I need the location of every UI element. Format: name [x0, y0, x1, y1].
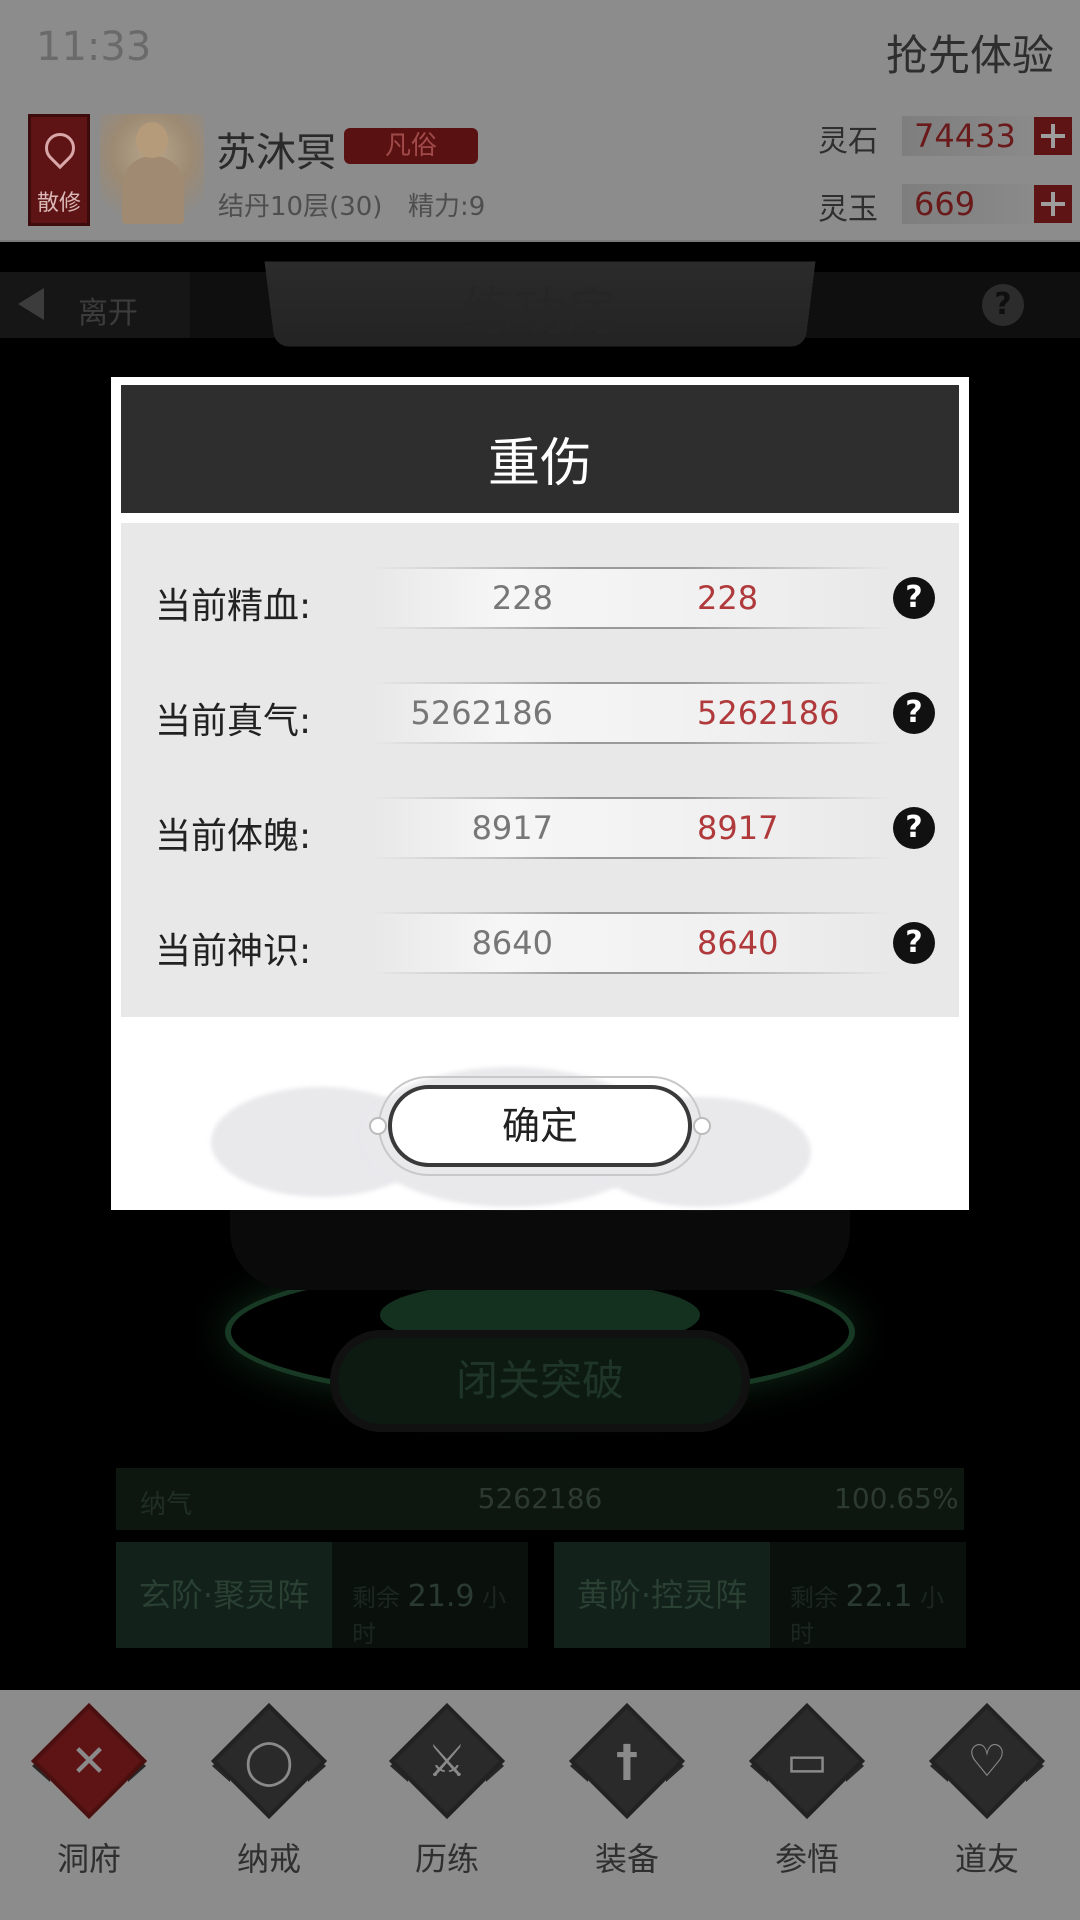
nav-label: 装备	[556, 1834, 698, 1880]
severe-injury-dialog: 重伤 当前精血: 228 228 ? 当前真气: 5262186 5262186…	[111, 377, 969, 1210]
array-name: 玄阶·聚灵阵	[116, 1542, 332, 1648]
stat-row-true-qi: 当前真气: 5262186 5262186 ?	[121, 680, 959, 746]
lotus-icon	[39, 127, 81, 169]
sect-badge-label: 散修	[31, 185, 87, 217]
book-icon: ▭	[770, 1730, 844, 1794]
nav-equipment[interactable]: † 装备	[556, 1712, 686, 1902]
question-icon[interactable]: ?	[893, 922, 935, 964]
crossed-swords-icon: ⚔	[410, 1730, 484, 1794]
array-remaining: 剩余 22.1 小时	[790, 1578, 966, 1649]
seclusion-breakthrough-label: 闭关突破	[338, 1338, 742, 1424]
meditation-platform	[230, 1200, 850, 1290]
player-name: 苏沐冥	[216, 120, 336, 178]
handshake-icon: ♡	[950, 1730, 1024, 1794]
add-spirit-jade-button[interactable]	[1034, 185, 1072, 223]
spirit-stone-value: 74433	[902, 116, 1034, 156]
nav-cave[interactable]: ✕ 洞府	[18, 1712, 148, 1902]
stat-label: 当前精血:	[155, 577, 311, 629]
question-icon[interactable]: ?	[893, 692, 935, 734]
nav-ring[interactable]: ◯ 纳戒	[198, 1712, 328, 1902]
rank-badge: 凡俗	[344, 128, 478, 164]
spirit-jade-value: 669	[902, 184, 1034, 224]
status-bar: 11:33 抢先体验	[0, 0, 1080, 100]
stats-panel: 当前精血: 228 228 ? 当前真气: 5262186 5262186 ? …	[121, 523, 959, 1017]
array-card-2[interactable]: 黄阶·控灵阵 剩余 22.1 小时	[554, 1542, 966, 1648]
stat-current: 5262186	[410, 694, 553, 732]
stat-row-essence-blood: 当前精血: 228 228 ?	[121, 565, 959, 631]
confirm-button[interactable]: 确定	[388, 1085, 692, 1167]
sect-badge[interactable]: 散修	[28, 114, 90, 226]
nav-label: 纳戒	[198, 1834, 340, 1880]
avatar[interactable]	[100, 114, 204, 226]
stat-max: 5262186	[697, 694, 840, 732]
stat-max: 228	[697, 579, 758, 617]
seclusion-breakthrough-button[interactable]: 闭关突破	[330, 1330, 750, 1432]
question-icon[interactable]: ?	[893, 577, 935, 619]
array-name: 黄阶·控灵阵	[554, 1542, 770, 1648]
ring-icon: ◯	[232, 1730, 306, 1794]
stat-label: 当前体魄:	[155, 807, 311, 859]
page-title: 练功房	[0, 270, 1080, 345]
stat-max: 8640	[697, 924, 778, 962]
energy-value: 精力:9	[408, 186, 485, 223]
nav-label: 洞府	[18, 1834, 160, 1880]
stat-current: 8640	[472, 924, 553, 962]
array-card-1[interactable]: 玄阶·聚灵阵 剩余 21.9 小时	[116, 1542, 528, 1648]
stat-label: 当前真气:	[155, 692, 311, 744]
add-spirit-stone-button[interactable]	[1034, 117, 1072, 155]
stat-row-divine-sense: 当前神识: 8640 8640 ?	[121, 910, 959, 976]
nav-label: 道友	[916, 1834, 1058, 1880]
qi-percent: 100.65%	[834, 1482, 959, 1515]
early-access-link[interactable]: 抢先体验	[886, 22, 1054, 83]
stat-current: 228	[492, 579, 553, 617]
cultivation-realm: 结丹10层(30)	[218, 186, 382, 223]
nav-label: 历练	[376, 1834, 518, 1880]
profile-header: 散修 苏沐冥 凡俗 结丹10层(30) 精力:9 灵石 74433 灵玉 669	[0, 100, 1080, 242]
spirit-jade-label: 灵玉	[818, 184, 878, 228]
stat-label: 当前神识:	[155, 922, 311, 974]
stat-row-physique: 当前体魄: 8917 8917 ?	[121, 795, 959, 861]
question-icon[interactable]: ?	[893, 807, 935, 849]
spirit-stone-label: 灵石	[818, 116, 878, 160]
sword-icon: †	[590, 1730, 664, 1794]
cave-icon: ✕	[52, 1730, 126, 1794]
confirm-label: 确定	[392, 1089, 688, 1163]
nav-friends[interactable]: ♡ 道友	[916, 1712, 1046, 1902]
nav-trial[interactable]: ⚔ 历练	[376, 1712, 506, 1902]
dialog-title: 重伤	[121, 421, 959, 496]
array-remaining: 剩余 21.9 小时	[352, 1578, 528, 1649]
stat-max: 8917	[697, 809, 778, 847]
dialog-header: 重伤	[121, 385, 959, 513]
nav-label: 参悟	[736, 1834, 878, 1880]
stat-current: 8917	[472, 809, 553, 847]
help-icon[interactable]: ?	[982, 284, 1024, 326]
nav-comprehend[interactable]: ▭ 参悟	[736, 1712, 866, 1902]
clock: 11:33	[36, 24, 151, 70]
